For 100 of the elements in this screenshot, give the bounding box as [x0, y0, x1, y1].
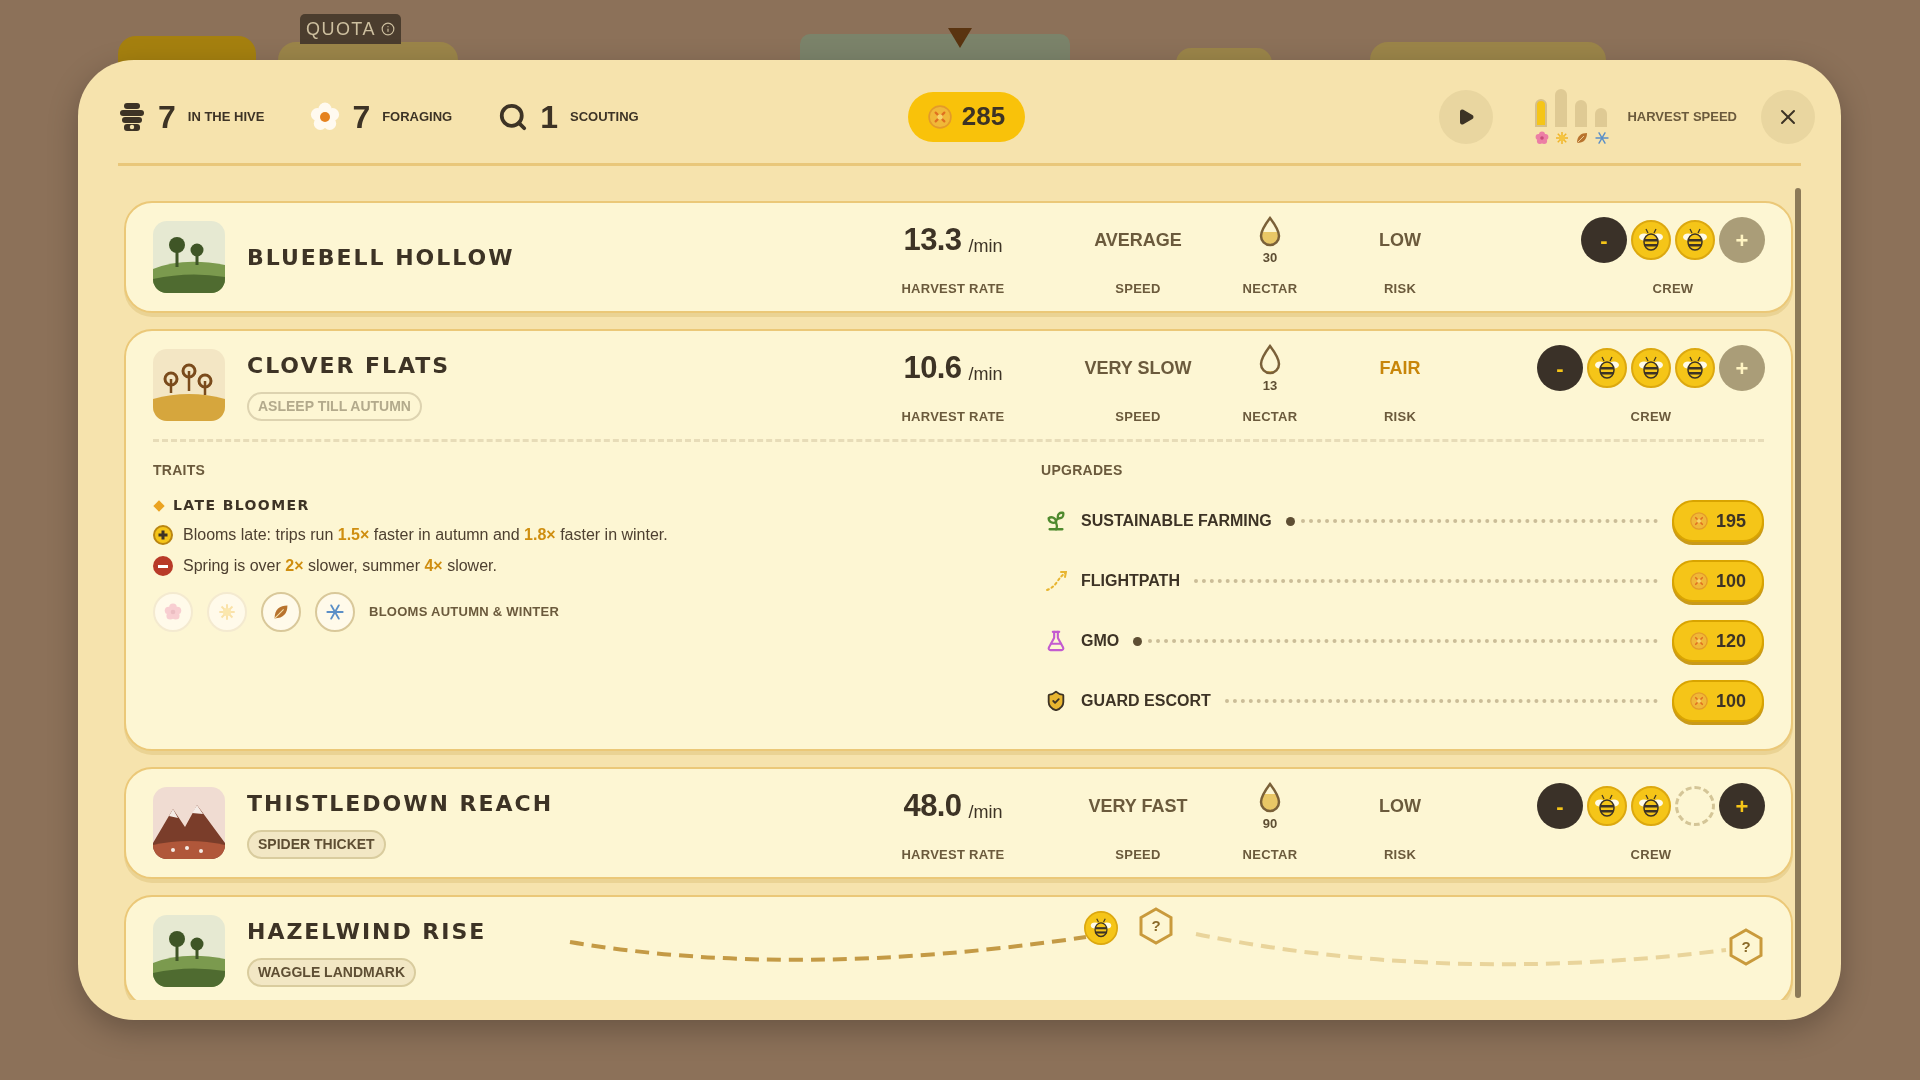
nectar-value: 13 — [1262, 376, 1278, 395]
stat-label: CREW — [1652, 280, 1694, 298]
stat-label: CREW — [1630, 846, 1672, 864]
crew-bee-icon[interactable] — [1675, 348, 1715, 388]
remove-crew-button[interactable]: - — [1537, 783, 1583, 829]
info-icon — [380, 22, 395, 36]
stat-label: SPEED — [1115, 408, 1161, 426]
leaf-icon — [272, 603, 290, 621]
bee-icon[interactable] — [1084, 911, 1118, 945]
nectar-value: 90 — [1262, 814, 1278, 833]
speed-value: VERY SLOW — [1084, 356, 1192, 380]
coin-icon — [1690, 572, 1708, 590]
minus-icon — [153, 556, 173, 576]
coin-icon — [1690, 512, 1708, 530]
sprout-icon — [1045, 510, 1067, 532]
crew-bee-icon[interactable] — [1631, 786, 1671, 826]
stat-label: HARVEST RATE — [901, 408, 1005, 426]
hills-trees-icon — [153, 915, 225, 987]
risk-value: FAIR — [1379, 356, 1421, 380]
nectar-drop-icon — [1258, 215, 1282, 247]
stat-label: RISK — [1383, 280, 1417, 298]
add-crew-button[interactable]: + — [1719, 783, 1765, 829]
trait-effect: Spring is over 2× slower, summer 4× slower. — [183, 556, 497, 576]
location-card[interactable]: HAZELWIND RISE WAGGLE LANDMARK ? ? — [124, 895, 1793, 1000]
hexagon-marker[interactable]: ? — [1138, 907, 1174, 945]
upgrade-name: FLIGHTPATH — [1081, 571, 1180, 591]
location-name: BLUEBELL HOLLOW — [247, 243, 516, 272]
crew-bee-icon[interactable] — [1631, 220, 1671, 260]
search-icon — [498, 101, 529, 132]
hexagon-marker[interactable]: ? — [1728, 928, 1764, 966]
coin-icon — [927, 104, 952, 129]
risk-value: LOW — [1379, 794, 1421, 818]
quota-label: QUOTA — [300, 14, 401, 44]
speed-value: AVERAGE — [1094, 228, 1182, 252]
mountains-icon — [153, 787, 225, 859]
clover-field-icon — [153, 349, 225, 421]
beehive-icon — [118, 101, 146, 132]
stat-label: NECTAR — [1242, 280, 1298, 298]
remove-crew-button[interactable]: - — [1537, 345, 1583, 391]
nectar-drop-icon — [1258, 343, 1282, 375]
crew-bee-icon[interactable] — [1631, 348, 1671, 388]
harvest-rate-value: 10.6 — [903, 348, 962, 387]
stat-label: SCOUTING — [570, 107, 639, 126]
play-icon — [1457, 107, 1476, 126]
crew-bee-icon[interactable] — [1587, 348, 1627, 388]
price-button[interactable]: 195 — [1672, 500, 1764, 542]
snowflake-icon — [1595, 130, 1610, 145]
stat-label: SPEED — [1115, 846, 1161, 864]
stat-count: 1 — [540, 97, 559, 137]
remove-crew-button[interactable]: - — [1581, 217, 1627, 263]
snowflake-icon — [326, 603, 344, 621]
sun-icon — [1555, 130, 1570, 145]
crew-bee-icon[interactable] — [1675, 220, 1715, 260]
stat-label: HARVEST RATE — [901, 846, 1005, 864]
stat-label: NECTAR — [1242, 408, 1298, 426]
hills-trees-icon — [153, 221, 225, 293]
stat-count: 7 — [352, 97, 371, 137]
flower-icon — [164, 603, 182, 621]
nectar-drop-icon — [1258, 781, 1282, 813]
scrollbar[interactable] — [1795, 188, 1801, 998]
rate-unit: /min — [968, 234, 1003, 258]
risk-value: LOW — [1379, 228, 1421, 252]
rate-unit: /min — [968, 362, 1003, 386]
dotted-path-icon — [1045, 570, 1067, 592]
price-button[interactable]: 100 — [1672, 680, 1764, 722]
flower-icon — [310, 101, 341, 132]
upgrade-name: GMO — [1081, 631, 1120, 651]
sun-icon — [218, 603, 236, 621]
seasons-label: BLOOMS AUTUMN & WINTER — [369, 603, 560, 622]
location-name: HAZELWIND RISE — [247, 918, 487, 946]
speed-value: VERY FAST — [1088, 794, 1188, 818]
location-name: THISTLEDOWN REACH — [247, 790, 555, 818]
coin-balance: 285 — [907, 91, 1026, 142]
upgrade-name: SUSTAINABLE FARMING — [1081, 511, 1272, 531]
rate-unit: /min — [968, 800, 1003, 824]
location-tag: WAGGLE LANDMARK — [247, 958, 416, 987]
price-button[interactable]: 100 — [1672, 560, 1764, 602]
trait-name: LATE BLOOMER — [173, 496, 310, 515]
stat-label: RISK — [1383, 408, 1417, 426]
stat-label: CREW — [1630, 408, 1672, 426]
shield-icon — [1045, 690, 1067, 712]
crew-bee-icon[interactable] — [1587, 786, 1627, 826]
coin-icon — [1690, 692, 1708, 710]
location-name: CLOVER FLATS — [247, 352, 452, 380]
harvest-rate-value: 48.0 — [903, 786, 962, 825]
stat-label: NECTAR — [1242, 846, 1298, 864]
stat-label: SPEED — [1115, 280, 1161, 298]
harvest-rate-value: 13.3 — [903, 220, 962, 259]
plus-icon — [153, 525, 173, 545]
location-tag: ASLEEP TILL AUTUMN — [247, 392, 422, 421]
leaf-icon — [1575, 130, 1590, 145]
stat-label: RISK — [1383, 846, 1417, 864]
trait-effect: Blooms late: trips run 1.5× faster in autumn and 1.8× faster in winter. — [183, 525, 668, 545]
flower-icon — [1535, 130, 1550, 145]
stat-label: FORAGING — [382, 107, 453, 126]
location-tag: SPIDER THICKET — [247, 830, 386, 859]
section-title: UPGRADES — [1041, 461, 1124, 480]
price-button[interactable]: 120 — [1672, 620, 1764, 662]
stat-label: HARVEST RATE — [901, 280, 1005, 298]
nectar-value: 30 — [1262, 248, 1278, 267]
